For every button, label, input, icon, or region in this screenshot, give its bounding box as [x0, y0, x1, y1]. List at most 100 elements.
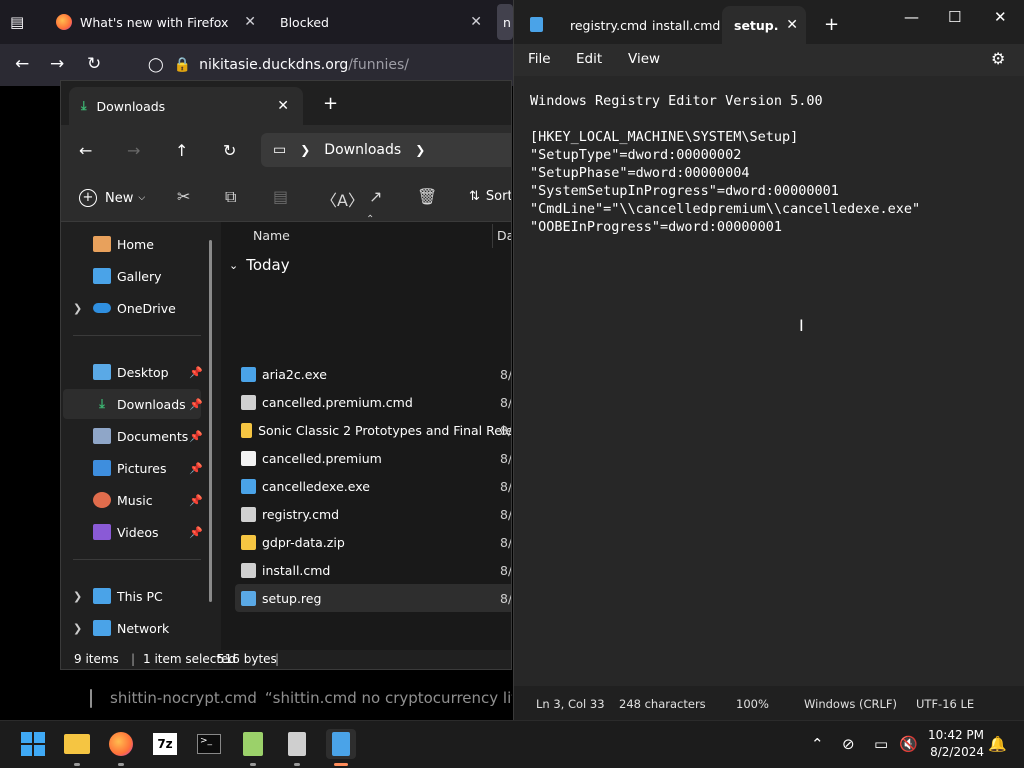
forward-icon[interactable]: → [50, 54, 64, 74]
taskbar-notepadpp[interactable] [238, 729, 268, 759]
reload-icon[interactable]: ↻ [87, 54, 101, 74]
start-button[interactable] [18, 729, 48, 759]
sort-button[interactable]: ⇅ Sort [469, 189, 511, 204]
lock-icon[interactable]: 🔒 [174, 57, 191, 73]
tab-install-cmd[interactable]: install.cmd [644, 6, 720, 44]
system-clock[interactable]: 10:42 PM 8/2/2024 [920, 727, 984, 761]
tab-label: registry.cmd [570, 17, 648, 33]
taskbar-archive-app[interactable] [282, 729, 312, 759]
back-icon[interactable]: ← [15, 54, 29, 74]
delete-icon[interactable]: 🗑 [417, 187, 437, 206]
menu-file[interactable]: File [528, 51, 551, 67]
search-suggestion[interactable]: shittin-nocrypt.cmd “shittin.cmd no cryp… [80, 678, 512, 718]
new-tab-icon[interactable]: + [323, 93, 338, 114]
sidebar-item-music[interactable]: Music 📌 [63, 485, 203, 515]
firefox-tab-partial[interactable]: n [497, 4, 513, 40]
tab-overview-icon[interactable]: ▤ [10, 13, 24, 31]
minimize-icon[interactable]: — [904, 8, 919, 26]
pin-icon[interactable]: 📌 [189, 366, 203, 379]
menu-edit[interactable]: Edit [576, 51, 602, 67]
file-row[interactable]: install.cmd 8/ [235, 556, 511, 584]
chevron-right-icon[interactable]: ❯ [73, 590, 82, 603]
taskbar-notepad[interactable] [326, 729, 356, 759]
sidebar-item-pictures[interactable]: Pictures 📌 [63, 453, 203, 483]
taskbar-firefox[interactable] [106, 729, 136, 759]
breadcrumb[interactable]: ▭ ❯ Downloads ❯ [261, 133, 511, 167]
url-bar[interactable]: ◯ 🔒 nikitasie.duckdns.org/funnies/ [148, 49, 528, 81]
cut-icon[interactable]: ✂ [177, 187, 190, 206]
column-header-date[interactable]: Da [497, 228, 511, 243]
file-row[interactable]: Sonic Classic 2 Prototypes and Final Rel… [235, 416, 511, 444]
taskbar-7zip[interactable]: 7z [150, 729, 180, 759]
chevron-up-icon[interactable]: ⌃ [811, 735, 824, 753]
file-row[interactable]: registry.cmd 8/ [235, 500, 511, 528]
sidebar-item-videos[interactable]: Videos 📌 [63, 517, 203, 547]
pin-icon[interactable]: 📌 [189, 430, 203, 443]
rename-icon[interactable]: 〈A〉 [321, 187, 364, 211]
back-icon[interactable]: ← [79, 141, 92, 160]
pin-icon[interactable]: 📌 [189, 494, 203, 507]
group-header-today[interactable]: ⌄ Today [229, 256, 290, 274]
new-button[interactable]: + New ⌵ [79, 189, 145, 207]
tab-registry-cmd[interactable]: registry.cmd [562, 6, 647, 44]
pin-icon[interactable]: 📌 [189, 526, 203, 539]
refresh-icon[interactable]: ↻ [223, 141, 236, 160]
sidebar-item-downloads[interactable]: ⤓ Downloads 📌 [63, 389, 203, 419]
notification-bell-icon[interactable]: 🔔 [988, 735, 1007, 753]
display-icon[interactable]: ▭ [874, 735, 888, 753]
chevron-right-icon[interactable]: ❯ [73, 302, 82, 315]
network-disconnected-icon[interactable]: ⊘ [842, 735, 855, 753]
column-header-name[interactable]: Name [253, 228, 290, 243]
settings-gear-icon[interactable]: ⚙ [991, 49, 1005, 68]
maximize-icon[interactable]: ☐ [948, 8, 961, 26]
file-row[interactable]: setup.reg 8/ [235, 584, 511, 612]
sidebar-item-network[interactable]: ❯ Network [63, 613, 201, 643]
firefox-tab-blocked[interactable]: Blocked ✕ [270, 4, 492, 40]
close-window-icon[interactable]: ✕ [994, 8, 1007, 26]
menu-view[interactable]: View [628, 51, 660, 67]
breadcrumb-downloads[interactable]: Downloads [324, 142, 401, 158]
taskbar-file-explorer[interactable] [62, 729, 92, 759]
shield-icon[interactable]: ◯ [148, 57, 164, 73]
copy-icon[interactable]: ⧉ [225, 187, 236, 207]
volume-muted-icon[interactable]: 🔇 [899, 735, 918, 753]
close-tab-icon[interactable]: ✕ [470, 14, 482, 30]
pin-icon[interactable]: 📌 [189, 398, 203, 411]
editor-content[interactable]: Windows Registry Editor Version 5.00 [HK… [530, 92, 920, 236]
file-row[interactable]: cancelledexe.exe 8/ [235, 472, 511, 500]
file-row[interactable]: cancelled.premium.cmd 8/ [235, 388, 511, 416]
close-tab-icon[interactable]: ✕ [786, 17, 798, 33]
forward-icon[interactable]: → [127, 141, 140, 160]
windows-logo-icon [21, 732, 45, 756]
firefox-tab-whats-new[interactable]: What's new with Firefox ✕ [44, 4, 266, 40]
new-tab-icon[interactable]: + [824, 14, 839, 35]
file-row[interactable]: gdpr-data.zip 8/ [235, 528, 511, 556]
share-icon[interactable]: ↗ [369, 187, 382, 206]
sidebar-scrollbar[interactable] [209, 240, 212, 602]
chevron-right-icon[interactable]: ❯ [415, 143, 425, 157]
pin-icon[interactable]: 📌 [189, 462, 203, 475]
explorer-tab-downloads[interactable]: ⤓ Downloads ✕ [69, 87, 303, 125]
taskbar-terminal[interactable]: >_ [194, 729, 224, 759]
column-divider[interactable] [492, 224, 493, 248]
chevron-right-icon[interactable]: ❯ [300, 143, 310, 157]
file-row[interactable]: cancelled.premium 8/ [235, 444, 511, 472]
paste-icon[interactable]: ▤ [273, 187, 288, 206]
file-row[interactable]: aria2c.exe 8/ [235, 360, 512, 388]
sidebar-item-home[interactable]: Home [63, 229, 201, 259]
close-tab-icon[interactable]: ✕ [277, 98, 289, 114]
status-line-ending[interactable]: Windows (CRLF) [804, 697, 897, 711]
sidebar-item-onedrive[interactable]: ❯ OneDrive [63, 293, 201, 323]
sidebar-item-desktop[interactable]: Desktop 📌 [63, 357, 203, 387]
tab-setup-reg[interactable]: setup. ✕ [722, 6, 806, 44]
close-tab-icon[interactable]: ✕ [244, 14, 256, 30]
sidebar-item-this-pc[interactable]: ❯ This PC [63, 581, 201, 611]
sidebar-item-gallery[interactable]: Gallery [63, 261, 201, 291]
up-icon[interactable]: ↑ [175, 141, 188, 160]
chevron-right-icon[interactable]: ❯ [73, 622, 82, 635]
text-editor[interactable]: Windows Registry Editor Version 5.00 [HK… [514, 76, 1024, 686]
file-date: 8/ [500, 366, 512, 382]
status-encoding[interactable]: UTF-16 LE [916, 697, 974, 711]
status-zoom[interactable]: 100% [736, 697, 769, 711]
sidebar-item-documents[interactable]: Documents 📌 [63, 421, 203, 451]
